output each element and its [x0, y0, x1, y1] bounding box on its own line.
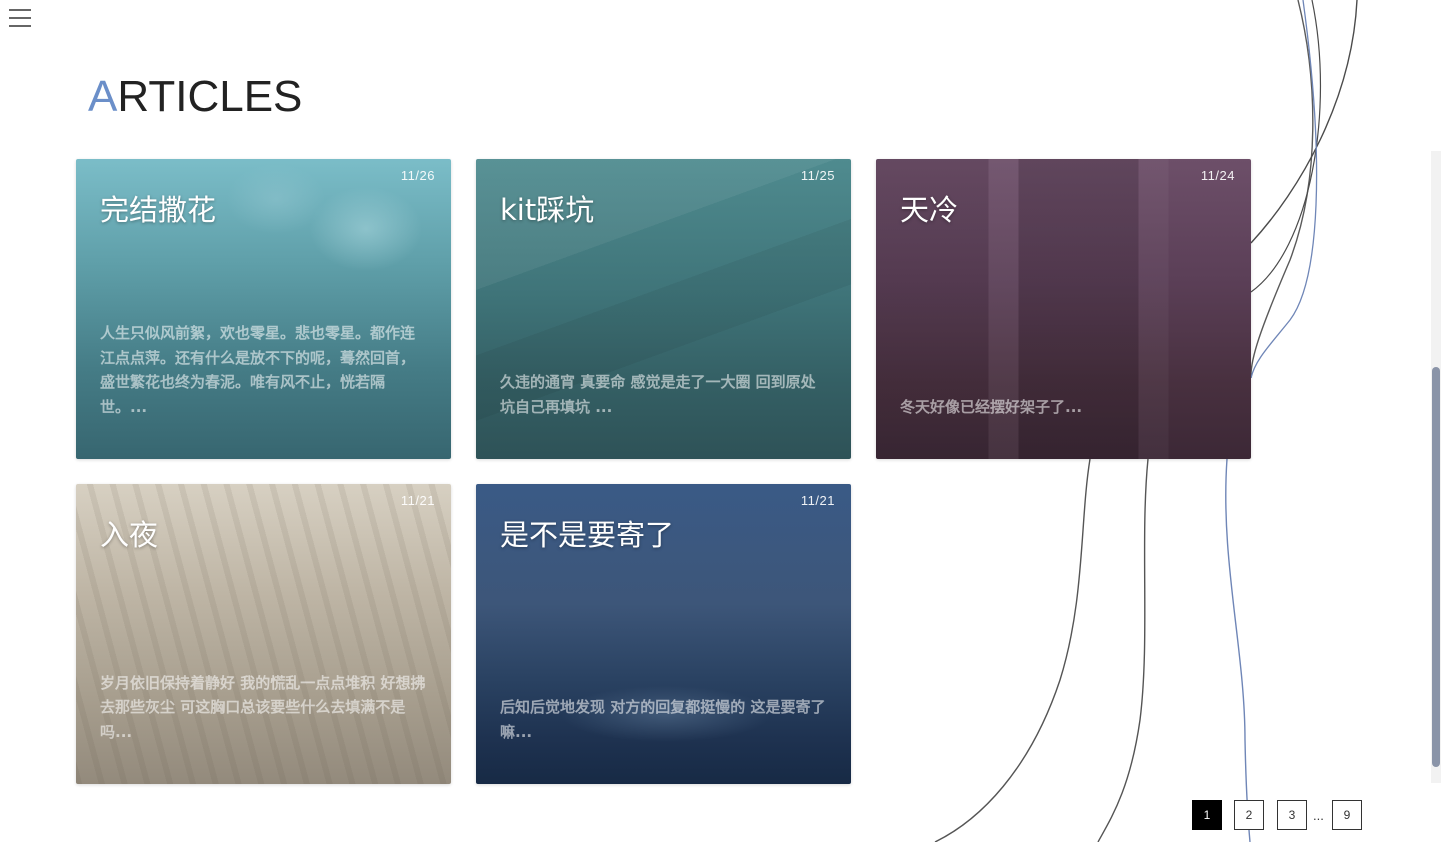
article-excerpt: 久违的通宵 真要命 感觉是走了一大圈 回到原处 坑自己再填坑 ...	[500, 373, 816, 416]
page-button-3[interactable]: 3	[1277, 800, 1307, 830]
scrollbar-thumb[interactable]	[1432, 367, 1440, 767]
hamburger-menu-icon-bar	[9, 17, 31, 19]
article-card[interactable]: 11/21 入夜 岁月依旧保持着静好 我的慌乱一点点堆积 好想拂去那些灰尘 可这…	[76, 484, 451, 784]
article-title[interactable]: 入夜	[100, 512, 158, 554]
article-card[interactable]: 11/24 天冷 冬天好像已经摆好架子了...	[876, 159, 1251, 459]
page-title: ARTICLES	[88, 70, 302, 124]
article-date: 11/25	[800, 168, 835, 183]
hamburger-menu-icon	[9, 9, 31, 11]
page-button-1[interactable]: 1	[1192, 800, 1222, 830]
article-card[interactable]: 11/21 是不是要寄了 后知后觉地发现 对方的回复都挺慢的 这是要寄了嘛...	[476, 484, 851, 784]
page-button-9[interactable]: 9	[1332, 800, 1362, 830]
article-title[interactable]: 完结撒花	[100, 187, 216, 229]
article-date: 11/21	[400, 493, 435, 508]
hamburger-menu-icon-bar	[9, 25, 31, 27]
article-date: 11/24	[1200, 168, 1235, 183]
article-excerpt: 人生只似风前絮，欢也零星。悲也零星。都作连江点点萍。还有什么是放不下的呢，蓦然回…	[100, 324, 416, 416]
article-card[interactable]: 11/26 完结撒花 人生只似风前絮，欢也零星。悲也零星。都作连江点点萍。还有什…	[76, 159, 451, 459]
page-button-2[interactable]: 2	[1234, 800, 1264, 830]
pagination-ellipsis: ...	[1313, 808, 1324, 823]
article-date: 11/26	[400, 168, 435, 183]
article-date: 11/21	[800, 493, 835, 508]
page-title-rest: RTICLES	[117, 72, 303, 121]
article-title[interactable]: kit踩坑	[500, 187, 594, 229]
article-excerpt: 岁月依旧保持着静好 我的慌乱一点点堆积 好想拂去那些灰尘 可这胸口总该要些什么去…	[100, 673, 426, 741]
page: ARTICLES 11/26 完结撒花 人生只似风前絮，欢也零星。悲也零星。都作…	[0, 0, 1441, 842]
article-card[interactable]: 11/25 kit踩坑 久违的通宵 真要命 感觉是走了一大圈 回到原处 坑自己再…	[476, 159, 851, 459]
article-excerpt: 后知后觉地发现 对方的回复都挺慢的 这是要寄了嘛...	[500, 698, 826, 741]
article-title[interactable]: 是不是要寄了	[500, 512, 674, 554]
page-title-accent: A	[88, 72, 118, 121]
article-excerpt: 冬天好像已经摆好架子了...	[900, 397, 1083, 416]
menu-button[interactable]	[9, 9, 31, 27]
article-title[interactable]: 天冷	[900, 187, 958, 229]
